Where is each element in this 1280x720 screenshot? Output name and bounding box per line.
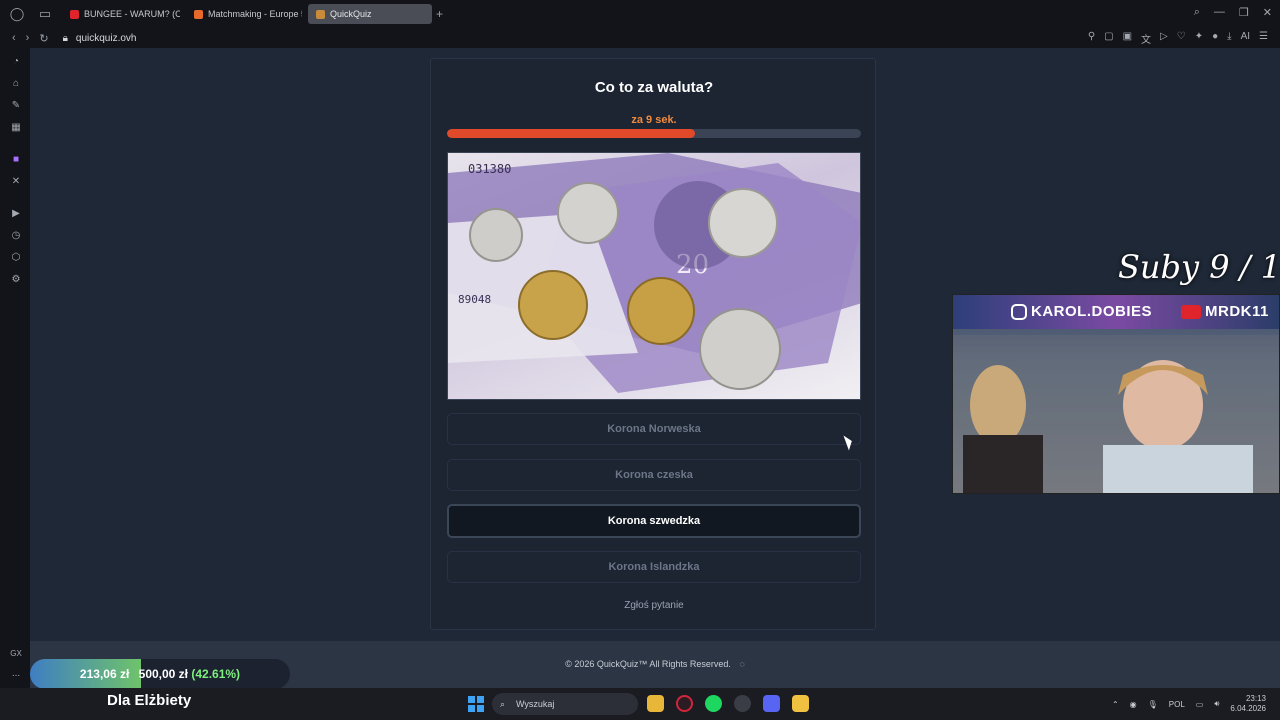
subs-goal-text: Suby 9 / 10: [1118, 248, 1280, 286]
tab-label: QuickQuiz: [330, 9, 372, 19]
url-text: quickquiz.ovh: [75, 32, 137, 44]
donation-goal-bar: 213,06 zł 500,00 zł (42.61%): [30, 659, 290, 689]
timer-progress-fill: [447, 129, 696, 138]
settings-icon[interactable]: ⚙: [9, 272, 23, 286]
profile-icon[interactable]: ●: [1212, 31, 1218, 46]
heart-icon[interactable]: ♡: [1177, 31, 1186, 46]
search-icon: ⌕: [500, 699, 506, 709]
notes-icon[interactable]: ✎: [9, 98, 23, 112]
history-icon[interactable]: ◷: [9, 228, 23, 242]
x-twitter-icon[interactable]: ✕: [9, 174, 23, 188]
news-icon[interactable]: ⌂: [9, 76, 23, 90]
timer-text: za 9 sek.: [631, 114, 677, 126]
clock[interactable]: 23:13 6.04.2026: [1230, 694, 1266, 714]
display-icon[interactable]: ▭: [1196, 700, 1204, 709]
tab-bungee[interactable]: BUNGEE - WARUM? (O: [62, 4, 180, 24]
pin-icon[interactable]: ⚲: [1088, 31, 1095, 46]
answer-option-3[interactable]: Korona szwedzka: [447, 504, 861, 538]
chevron-up-icon[interactable]: ⌃: [1112, 700, 1119, 709]
spotify-icon[interactable]: [705, 695, 722, 712]
tab-label: Matchmaking - Europe 5v: [208, 9, 302, 19]
volume-icon[interactable]: 🔊︎: [1214, 699, 1219, 709]
menu-icon[interactable]: ☰: [1259, 31, 1268, 46]
snapshot-icon[interactable]: ▢: [1104, 31, 1113, 46]
question-image: 031380 20 89048: [447, 152, 861, 400]
webcam-image: [953, 335, 1279, 493]
reload-icon[interactable]: ↻: [39, 32, 48, 45]
ai-button[interactable]: AI: [1241, 31, 1250, 46]
back-icon[interactable]: ‹: [12, 32, 16, 44]
answer-option-2[interactable]: Korona czeska: [447, 459, 861, 491]
url-field[interactable]: 🔒︎ quickquiz.ovh: [63, 33, 137, 44]
system-tray: ⌃ ◉ 🎙︎ POL ▭ 🔊︎ 23:13 6.04.2026: [1112, 694, 1266, 714]
taskbar-search[interactable]: ⌕ Wyszukaj: [492, 693, 638, 715]
extensions-icon[interactable]: ⬡: [9, 250, 23, 264]
quiz-card: Co to za waluta? za 9 sek. 031380 20 890…: [430, 58, 876, 630]
webcam-overlay: KAROL.DOBIES MRDK11: [952, 294, 1280, 494]
app-icon[interactable]: [792, 695, 809, 712]
more-icon[interactable]: ...: [9, 666, 23, 680]
answer-option-4[interactable]: Korona Islandzka: [447, 551, 861, 583]
minimize-icon[interactable]: —: [1214, 6, 1225, 19]
new-tab-button[interactable]: +: [436, 7, 443, 21]
microphone-icon[interactable]: 🎙︎: [1148, 700, 1158, 709]
search-icon[interactable]: ⌕: [1194, 6, 1200, 19]
language-indicator[interactable]: POL: [1169, 700, 1185, 709]
windows-taskbar: ⌕ Wyszukaj ⌃ ◉ 🎙︎ POL ▭ 🔊︎ 23:13 6.04.20…: [0, 688, 1280, 720]
maximize-icon[interactable]: ❐: [1239, 6, 1249, 19]
browser-sidebar: ◔ ⌂ ✎ ▦ ■ ✕ ▶ ◷ ⬡ ⚙ GX ...: [0, 48, 30, 688]
youtube-icon: [70, 9, 79, 19]
address-bar: ‹ › ↻ 🔒︎ quickquiz.ovh ⚲ ▢ ▣ 文 ▷ ♡ ✦ ● ⤓…: [0, 28, 1280, 48]
loading-icon: ◌: [739, 659, 745, 669]
file-explorer-icon[interactable]: [647, 695, 664, 712]
donation-caption: Dla Elżbiety: [107, 692, 192, 709]
download-icon[interactable]: ⤓: [1227, 31, 1231, 46]
report-question-link[interactable]: Zgłoś pytanie: [431, 600, 877, 611]
puzzle-icon[interactable]: ✦: [1195, 31, 1203, 46]
browser-tabbar: ◯ ▭ BUNGEE - WARUM? (O Matchmaking - Eur…: [0, 0, 1280, 28]
windows-start-icon[interactable]: [468, 696, 484, 712]
forward-icon[interactable]: ›: [26, 32, 30, 44]
tab-label: BUNGEE - WARUM? (O: [84, 9, 180, 19]
browser-toolbar: ⚲ ▢ ▣ 文 ▷ ♡ ✦ ● ⤓ AI ☰: [1088, 31, 1268, 46]
gx-label[interactable]: GX: [9, 646, 23, 660]
svg-text:031380: 031380: [468, 162, 511, 176]
timer-progress-bar: [447, 129, 861, 138]
tab-overview-icon[interactable]: ▭: [34, 3, 56, 25]
donation-goal-text: 213,06 zł 500,00 zł (42.61%): [79, 667, 241, 681]
player-icon[interactable]: ▶: [9, 206, 23, 220]
translate-icon[interactable]: 文: [1141, 31, 1151, 46]
footer-text: © 2026 QuickQuiz™ All Rights Reserved.: [565, 659, 731, 669]
quickquiz-icon: [316, 9, 325, 19]
opera-logo-icon[interactable]: ◯: [6, 3, 28, 25]
network-icon[interactable]: ◉: [1130, 700, 1137, 709]
faceit-icon: [194, 9, 203, 19]
svg-text:89048: 89048: [458, 293, 491, 306]
opera-gx-icon[interactable]: [676, 695, 693, 712]
question-title: Co to za waluta?: [594, 79, 714, 96]
discord-icon[interactable]: [763, 695, 780, 712]
tab-matchmaking[interactable]: Matchmaking - Europe 5v: [186, 4, 302, 24]
twitch-icon[interactable]: ■: [9, 152, 23, 166]
close-icon[interactable]: ✕: [1263, 6, 1272, 19]
answer-option-1[interactable]: Korona Norweska: [447, 413, 861, 445]
tab-quickquiz[interactable]: QuickQuiz: [308, 4, 432, 24]
wallet-icon[interactable]: ▦: [9, 120, 23, 134]
speed-dial-icon[interactable]: ◔: [9, 54, 23, 68]
currency-photo: 031380 20 89048: [448, 153, 860, 393]
play-icon[interactable]: ▷: [1160, 31, 1168, 46]
window-controls: ⌕ — ❐ ✕: [1194, 6, 1272, 19]
obs-icon[interactable]: [734, 695, 751, 712]
extension-icon[interactable]: ▣: [1123, 31, 1132, 46]
lock-icon: 🔒︎: [62, 32, 68, 44]
